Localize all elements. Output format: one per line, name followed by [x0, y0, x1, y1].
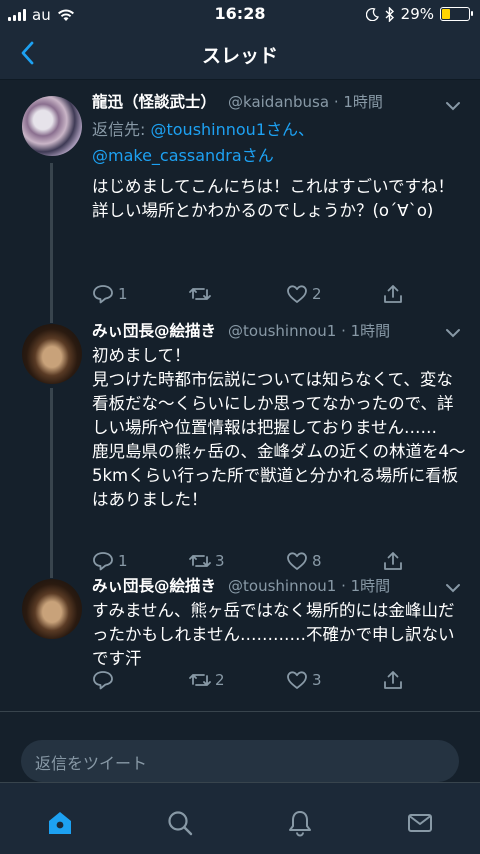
share-button[interactable]: [382, 283, 404, 305]
like-count: 8: [312, 552, 322, 570]
bluetooth-icon: [385, 6, 394, 22]
share-icon: [384, 552, 402, 570]
reply-area: 返信をツイート: [0, 712, 480, 782]
mention-link[interactable]: @make_cassandraさん: [92, 146, 274, 165]
tweet-header: みぃ団長@絵描き @toushinnou1 · 1時間: [92, 320, 466, 342]
reply-button[interactable]: 1: [92, 283, 128, 305]
thread: 龍迅（怪談武士） @kaidanbusa · 1時間 返信先: @toushin…: [0, 81, 480, 707]
retweet-button[interactable]: [189, 283, 215, 305]
retweet-count: 2: [215, 671, 225, 689]
battery-percent: 29%: [400, 5, 434, 23]
thread-connector: [50, 163, 53, 323]
avatar[interactable]: [22, 324, 82, 384]
tab-bar: [0, 782, 480, 854]
heart-icon: [287, 671, 307, 689]
like-button[interactable]: 3: [286, 669, 322, 691]
status-right: 29%: [365, 5, 473, 23]
avatar[interactable]: [22, 579, 82, 639]
like-button[interactable]: 8: [286, 550, 322, 572]
reply-label: 返信先:: [92, 120, 151, 139]
tweet-text: すみません、熊ヶ岳ではなく場所的には金峰山だったかもしれません…………不確かで申…: [92, 601, 455, 668]
reply-input[interactable]: 返信をツイート: [21, 740, 459, 782]
tweet-actions: 1 2: [92, 283, 466, 313]
retweet-icon: [189, 674, 211, 686]
handle-time: @kaidanbusa · 1時間: [228, 93, 383, 111]
tweet-text: 初めまして！ 見つけた時都市伝説については知らなくて、変な看板だな〜くらいにしか…: [92, 346, 466, 509]
like-count: 2: [312, 285, 322, 303]
tweet[interactable]: みぃ団長@絵描き @toushinnou1 · 1時間 初めまして！ 見つけた時…: [0, 320, 480, 578]
reply-button[interactable]: 1: [92, 550, 128, 572]
reply-count: 1: [118, 285, 128, 303]
share-icon: [384, 671, 402, 689]
thread-connector: [50, 388, 53, 578]
handle-time: @toushinnou1 · 1時間: [228, 577, 391, 595]
moon-icon: [365, 7, 379, 21]
notifications-icon[interactable]: [286, 809, 314, 837]
page-title: スレッド: [201, 45, 278, 67]
display-name[interactable]: みぃ団長@絵描き: [92, 320, 216, 342]
avatar[interactable]: [22, 96, 82, 156]
home-icon[interactable]: [46, 809, 74, 837]
tweet-header: みぃ団長@絵描き @toushinnou1 · 1時間: [92, 575, 466, 597]
status-bar: au 16:28 29%: [0, 0, 480, 28]
heart-icon: [287, 552, 307, 570]
handle-time: @toushinnou1 · 1時間: [228, 322, 391, 340]
share-button[interactable]: [382, 669, 404, 691]
reply-icon: [93, 552, 113, 571]
tweet-actions: 2 3: [92, 669, 466, 699]
tweet-text: はじめましてこんにちは！これはすごいですね！ 詳しい場所とかわかるのでしょうか？…: [92, 177, 455, 220]
nav-bar: スレッド: [0, 28, 480, 80]
display-name[interactable]: 龍迅（怪談武士）: [92, 91, 216, 113]
tweet[interactable]: 龍迅（怪談武士） @kaidanbusa · 1時間 返信先: @toushin…: [0, 81, 480, 323]
retweet-button[interactable]: 2: [189, 669, 225, 691]
reply-icon: [93, 285, 113, 304]
tweet[interactable]: みぃ団長@絵描き @toushinnou1 · 1時間 すみません、熊ヶ岳ではな…: [0, 575, 480, 707]
share-icon: [384, 285, 402, 303]
mention-link[interactable]: @toushinnou1さん、: [150, 120, 314, 139]
reply-count: 1: [118, 552, 128, 570]
reply-to: 返信先: @toushinnou1さん、 @make_cassandraさん: [92, 117, 466, 169]
battery-icon: [440, 7, 473, 21]
heart-icon: [287, 285, 307, 303]
like-button[interactable]: 2: [286, 283, 322, 305]
search-icon[interactable]: [166, 809, 194, 837]
chevron-down-icon[interactable]: [444, 97, 462, 115]
retweet-button[interactable]: 3: [189, 550, 225, 572]
display-name[interactable]: みぃ団長@絵描き: [92, 575, 216, 597]
chevron-down-icon[interactable]: [444, 324, 462, 342]
retweet-count: 3: [215, 552, 225, 570]
tweet-header: 龍迅（怪談武士） @kaidanbusa · 1時間: [92, 91, 466, 113]
messages-icon[interactable]: [406, 809, 434, 837]
reply-icon: [93, 671, 113, 690]
retweet-icon: [189, 555, 211, 567]
retweet-icon: [189, 288, 211, 300]
reply-button[interactable]: [92, 669, 118, 691]
chevron-down-icon[interactable]: [444, 579, 462, 597]
share-button[interactable]: [382, 550, 404, 572]
like-count: 3: [312, 671, 322, 689]
